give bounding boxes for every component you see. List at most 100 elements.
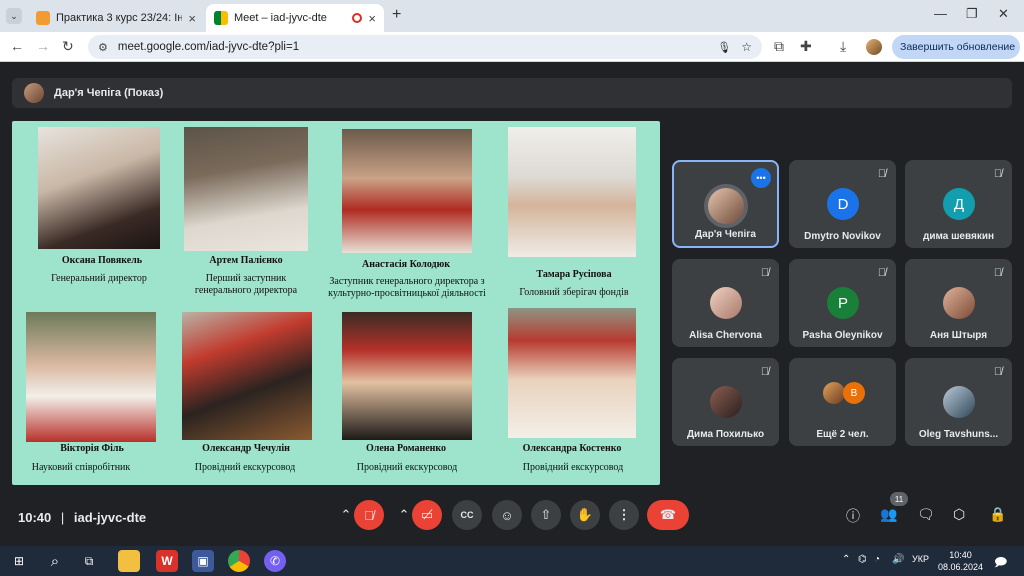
save-app-icon[interactable]: ▣: [192, 550, 214, 572]
person-role: Перший заступник генерального директора: [194, 273, 298, 296]
wps-office-icon[interactable]: W: [156, 550, 178, 572]
finish-update-button[interactable]: Завершить обновление: [892, 35, 1020, 59]
host-controls-icon[interactable]: 🔒: [989, 506, 1006, 523]
new-tab-button[interactable]: +: [392, 6, 401, 24]
meet-controls-bar: 10:40 | iad-jyvc-dte ⌃ 🎙̸ ⌃ ▭̸ CC ☺ ⇧ ✋ …: [0, 492, 1024, 546]
person-name: Олена Романенко: [365, 443, 447, 454]
extensions-icon[interactable]: ⧉: [774, 38, 784, 55]
participant-name: Oleg Tavshuns...: [918, 429, 999, 440]
tab-search-button[interactable]: ⌄: [6, 8, 22, 24]
leave-call-button[interactable]: ☎: [647, 500, 689, 530]
volume-icon[interactable]: 🔊: [892, 554, 904, 565]
raise-hand-button[interactable]: ✋: [570, 500, 600, 530]
participant-tile[interactable]: 🎙̸ Д дима шевякин: [905, 160, 1012, 248]
person-name: Олександра Костенко: [522, 443, 622, 454]
mic-icon[interactable]: 🎙: [717, 41, 731, 54]
activities-icon[interactable]: ⬡: [953, 506, 965, 523]
emoji-reaction-button[interactable]: ☺: [492, 500, 522, 530]
mic-off-icon: 🎙̸: [993, 168, 1003, 180]
tab-meet[interactable]: Meet – iad-jyvc-dte ×: [206, 4, 384, 32]
presenter-label: Дар'я Чепіга (Показ): [54, 87, 164, 99]
avatar: [704, 184, 748, 228]
participant-count-badge: 11: [890, 492, 908, 506]
browser-toolbar: ← → ↻ ⚙ meet.google.com/iad-jyvc-dte?pli…: [0, 32, 1024, 62]
browser-tabstrip: ⌄ Практика 3 курс 23/24: Індиві × Meet –…: [0, 0, 1024, 32]
photo-person-3: [342, 129, 472, 253]
person-role: Провідний екскурсовод: [522, 462, 624, 473]
viber-icon[interactable]: ✆: [264, 550, 286, 572]
participant-tile[interactable]: 🎙̸ Oleg Tavshuns...: [905, 358, 1012, 446]
mic-off-icon: 🎙̸: [993, 267, 1003, 279]
person-name: Вікторія Філь: [60, 443, 124, 454]
mic-off-icon: 🎙̸: [760, 267, 770, 279]
participant-tile[interactable]: B Ещё 2 чел.: [789, 358, 896, 446]
windows-taskbar: ⊞ ⌕ ⧉ W ▣ ✆ ⌃ ⌬ ◔ 🔊 УКР 10:40 08.06.2024…: [0, 546, 1024, 576]
recording-icon: [352, 13, 363, 23]
forward-icon[interactable]: →: [36, 38, 50, 54]
participant-name: Аня Штыря: [929, 330, 988, 341]
participant-tile[interactable]: 🎙̸ D Dmytro Novikov: [789, 160, 896, 248]
meet-icon: [214, 11, 228, 25]
person-role: Головний зберігач фондів: [519, 287, 629, 298]
tab-label: Meet – iad-jyvc-dte: [234, 12, 327, 24]
meeting-details-icon[interactable]: ⓘ: [846, 506, 860, 526]
mic-off-icon: 🎙̸: [993, 366, 1003, 378]
people-icon[interactable]: 👥: [880, 506, 897, 523]
mic-off-button[interactable]: 🎙̸: [354, 500, 384, 530]
notifications-icon[interactable]: 🗩: [994, 553, 1007, 574]
speaking-indicator-icon: •••: [751, 168, 771, 188]
windows-start-icon[interactable]: ⊞: [8, 550, 30, 572]
photo-person-7: [342, 312, 472, 440]
meeting-code: iad-jyvc-dte: [73, 510, 147, 525]
profile-avatar[interactable]: [866, 39, 882, 55]
site-info-icon[interactable]: ⚙: [98, 41, 108, 54]
participant-tile[interactable]: ••• Дар'я Чепіга: [672, 160, 779, 248]
search-icon[interactable]: ⌕: [44, 550, 66, 572]
participant-tile[interactable]: 🎙̸ Аня Штыря: [905, 259, 1012, 347]
input-language[interactable]: УКР: [912, 554, 929, 564]
more-options-button[interactable]: ⋮: [609, 500, 639, 530]
camera-off-button[interactable]: ▭̸: [412, 500, 442, 530]
avatar: [710, 386, 742, 418]
participant-tile[interactable]: 🎙̸ Alisa Chervona: [672, 259, 779, 347]
avatar: [943, 287, 975, 319]
puzzle-icon[interactable]: ✚: [800, 38, 812, 55]
taskbar-clock[interactable]: 10:40 08.06.2024: [938, 549, 983, 573]
close-window-icon[interactable]: ✕: [998, 6, 1009, 22]
url-text: meet.google.com/iad-jyvc-dte?pli=1: [117, 41, 300, 53]
audio-options-button[interactable]: ⌃: [338, 500, 354, 530]
wifi-icon[interactable]: ◔: [874, 554, 880, 565]
download-icon[interactable]: ⤓: [840, 38, 846, 55]
minimize-icon[interactable]: —: [934, 6, 947, 21]
mic-off-icon: 🎙̸: [877, 267, 887, 279]
participant-name: Pasha Oleynikov: [802, 330, 883, 341]
address-bar[interactable]: ⚙ meet.google.com/iad-jyvc-dte?pli=1 🎙 ☆: [88, 35, 762, 59]
participant-tile[interactable]: 🎙̸ P Pasha Oleynikov: [789, 259, 896, 347]
avatar: [943, 386, 975, 418]
captions-button[interactable]: CC: [452, 500, 482, 530]
task-view-icon[interactable]: ⧉: [78, 550, 100, 572]
participant-name: Dmytro Novikov: [804, 231, 881, 242]
participant-name: Дима Похилько: [686, 429, 765, 440]
photo-person-2: [184, 127, 308, 251]
close-icon[interactable]: ×: [188, 11, 196, 26]
tab-practice[interactable]: Практика 3 курс 23/24: Індиві ×: [28, 4, 204, 32]
chrome-icon[interactable]: [228, 550, 250, 572]
tray-chevron-icon[interactable]: ⌃: [842, 554, 850, 565]
clock-date: 08.06.2024: [938, 562, 984, 572]
chat-icon[interactable]: 🗨: [917, 506, 935, 523]
meeting-time: 10:40: [18, 510, 52, 525]
restore-icon[interactable]: ❐: [966, 6, 978, 22]
close-icon[interactable]: ×: [368, 11, 376, 26]
back-icon[interactable]: ←: [10, 38, 24, 54]
person-role: Заступник генерального директора з культ…: [328, 276, 486, 299]
file-explorer-icon[interactable]: [118, 550, 140, 572]
video-options-button[interactable]: ⌃: [396, 500, 412, 530]
reload-icon[interactable]: ↻: [62, 38, 74, 55]
participant-tile[interactable]: 🎙̸ Дима Похилько: [672, 358, 779, 446]
meet-area: Дар'я Чепіга (Показ) Оксана Повякель Ген…: [0, 62, 1024, 546]
network-icon[interactable]: ⌬: [858, 554, 867, 565]
present-screen-button[interactable]: ⇧: [531, 500, 561, 530]
shared-slide: Оксана Повякель Генеральний директор Арт…: [12, 121, 660, 485]
bookmark-star-icon[interactable]: ☆: [741, 40, 752, 54]
